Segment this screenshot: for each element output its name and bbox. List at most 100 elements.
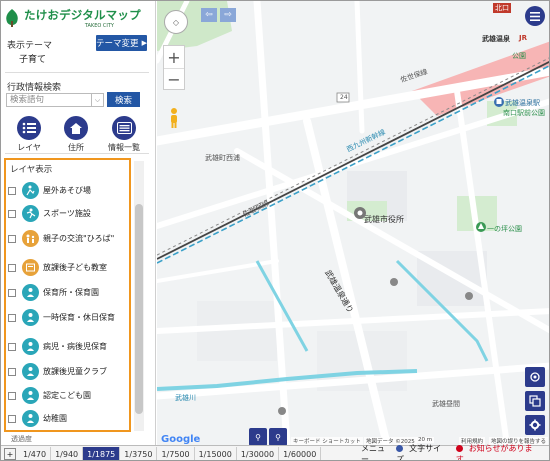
after-school-class-icon [22, 259, 39, 276]
scale-option[interactable]: 1/940 [51, 446, 84, 460]
pin-icon: ⚲ [275, 432, 281, 442]
list-icon [17, 116, 41, 140]
zoom-in-button[interactable]: + [164, 46, 184, 68]
text-size-link[interactable]: 文字サイズ [396, 443, 450, 461]
layer-panel-header: レイヤ表示 [10, 165, 53, 175]
transparency-label: 透過度 [11, 435, 32, 443]
scale-option[interactable]: 1/60000 [279, 446, 322, 460]
search-button[interactable]: 検索 [107, 92, 140, 107]
layer-checkbox[interactable] [8, 186, 16, 195]
layer-nav-label: レイヤ [17, 143, 41, 152]
notice-icon [455, 445, 463, 452]
map-label-north-exit: 北口 [493, 3, 511, 13]
theme-label: 表示テーマ [7, 41, 53, 51]
pin-button-1[interactable]: ⚲ [249, 428, 267, 446]
layer-item[interactable]: 病児・病後児保育 [8, 338, 126, 355]
layer-checkbox[interactable] [8, 367, 16, 376]
map-label-park: 公園 [512, 52, 526, 60]
layer-label: 親子の交流"ひろば" [43, 233, 115, 243]
search-dropdown-icon[interactable]: ⌵ [92, 93, 104, 107]
copy-icon [529, 395, 541, 407]
layer-checkbox[interactable] [8, 342, 16, 351]
layer-item[interactable]: 放課後子ども教室 [8, 259, 126, 276]
zoom-out-button[interactable]: − [164, 68, 184, 90]
arrow-left-icon: ⇦ [205, 10, 213, 20]
triangle-right-icon: ▶ [141, 39, 147, 47]
theme-change-button[interactable]: テーマ変更 ▶ [96, 35, 147, 51]
scale-option[interactable]: 1/470 [19, 446, 52, 460]
map-view[interactable]: 北口 武雄温泉 JR 24 佐世保線 西九州新幹線 武雄温泉駅 南口駅前公園 武… [157, 1, 549, 445]
menu-link[interactable]: メニュー [361, 443, 390, 460]
app-title: たけおデジタルマップ [24, 8, 141, 22]
station-marker-icon [494, 97, 504, 107]
zoom-control: + − [163, 45, 185, 90]
layer-scrollbar-thumb[interactable] [135, 204, 143, 414]
compass-control[interactable]: ◇ [164, 10, 188, 34]
text-size-label: 文字サイズ [396, 444, 442, 461]
scale-option[interactable]: 1/15000 [195, 446, 237, 460]
search-input[interactable]: 検索語句 [6, 93, 92, 107]
layer-item[interactable]: 屋外あそび場 [8, 182, 126, 199]
pin-icon: ⚲ [255, 432, 261, 442]
scale-option-active[interactable]: 1/1875 [83, 446, 121, 460]
compass-icon: ◇ [172, 17, 180, 27]
search-label: 行政情報検索 [7, 83, 62, 93]
pin-button-2[interactable]: ⚲ [269, 428, 287, 446]
google-logo-text: Google [161, 434, 201, 445]
app-window: たけおデジタルマップ TAKEO CITY 表示テーマ 子育て テーマ変更 ▶ … [0, 0, 550, 461]
current-location-button[interactable] [525, 367, 545, 387]
app-logo[interactable]: たけおデジタルマップ TAKEO CITY [4, 4, 141, 32]
keyboard-shortcuts-link[interactable]: キーボード ショートカット [291, 437, 363, 445]
map-canvas [157, 1, 549, 445]
map-label-takeo-river: 武雄川 [175, 394, 196, 402]
layer-label: 保育所・保育園 [43, 287, 99, 297]
layer-checkbox[interactable] [8, 209, 16, 218]
text-size-icon [396, 445, 404, 452]
nursery-icon [22, 284, 39, 301]
layer-checkbox[interactable] [8, 234, 16, 243]
sick-child-care-icon [22, 338, 39, 355]
logo-mark-icon [6, 9, 18, 27]
settings-button[interactable] [525, 415, 545, 435]
layer-checkbox[interactable] [8, 313, 16, 322]
forward-arrow-button[interactable]: ⇨ [220, 8, 236, 22]
back-arrow-button[interactable]: ⇦ [201, 8, 217, 22]
layer-item[interactable]: スポーツ施設 [8, 205, 126, 222]
layer-label: 病児・病後児保育 [43, 341, 107, 351]
layer-label: 一時保育・休日保育 [43, 312, 115, 322]
scale-option[interactable]: 1/7500 [157, 446, 195, 460]
scale-option[interactable]: 1/30000 [237, 446, 280, 460]
address-nav-button[interactable]: 住所 [58, 116, 94, 153]
layer-item[interactable]: 一時保育・休日保育 [8, 309, 126, 326]
layer-checkbox[interactable] [8, 263, 16, 272]
layer-nav-button[interactable]: レイヤ [11, 116, 47, 153]
card-list-icon [112, 116, 136, 140]
layer-item[interactable]: 保育所・保育園 [8, 284, 126, 301]
layer-label: スポーツ施設 [43, 208, 91, 218]
city-hall-marker-icon [354, 207, 366, 219]
after-school-club-icon [22, 363, 39, 380]
layer-checkbox[interactable] [8, 414, 16, 423]
hamburger-icon [530, 11, 540, 21]
scale-expand-button[interactable]: + [4, 448, 16, 460]
layer-checkbox[interactable] [8, 391, 16, 400]
home-icon [64, 116, 88, 140]
layer-item[interactable]: 幼稚園 [8, 410, 126, 427]
map-label-sakumai: 武雄昼間 [432, 400, 460, 408]
pegman-icon[interactable] [168, 107, 180, 129]
gear-icon [529, 419, 541, 431]
layer-checkbox[interactable] [8, 288, 16, 297]
crosshair-icon [530, 372, 540, 382]
sidebar: たけおデジタルマップ TAKEO CITY 表示テーマ 子育て テーマ変更 ▶ … [1, 1, 156, 445]
layer-item[interactable]: 親子の交流"ひろば" [8, 230, 126, 247]
layer-item[interactable]: 放課後児童クラブ [8, 363, 126, 380]
bottom-bar: + 1/470 1/940 1/1875 1/3750 1/7500 1/150… [1, 443, 549, 461]
layer-label: 放課後児童クラブ [43, 366, 107, 376]
scale-option[interactable]: 1/3750 [120, 446, 158, 460]
main-menu-button[interactable] [525, 6, 545, 26]
map-label-station-south: 武雄温泉駅 [505, 99, 540, 107]
notice-link[interactable]: お知らせがあります。 [455, 443, 545, 460]
info-list-nav-button[interactable]: 情報一覧 [106, 116, 142, 153]
layer-item[interactable]: 認定こども園 [8, 387, 126, 404]
copy-button[interactable] [525, 391, 545, 411]
